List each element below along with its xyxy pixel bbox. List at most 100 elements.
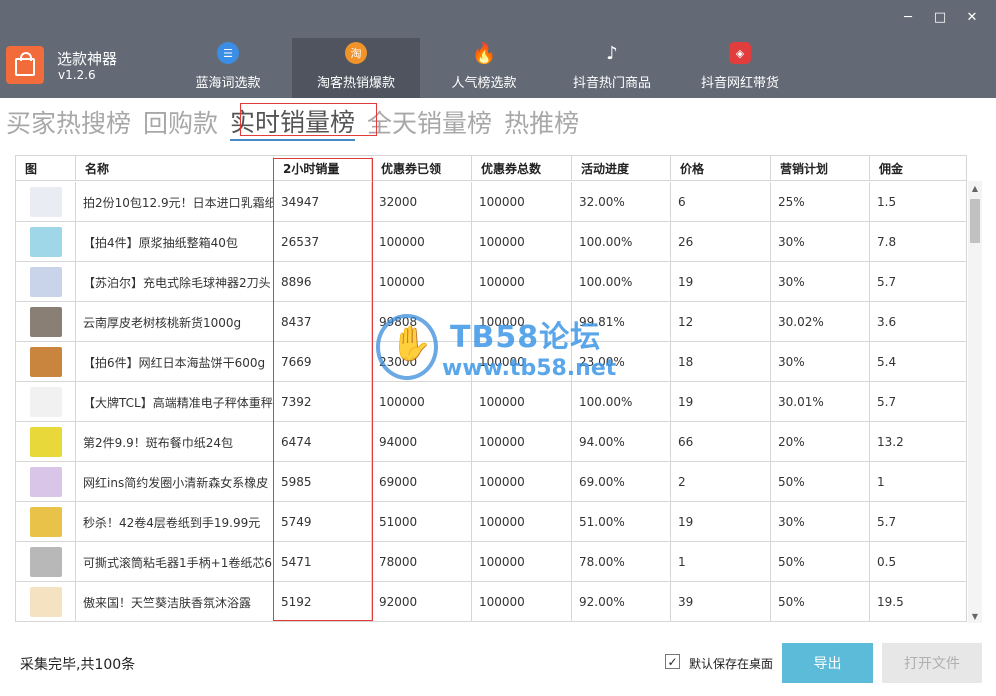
red-bag-icon: ◈: [729, 42, 751, 64]
product-thumbnail: [29, 547, 62, 577]
col-header-image[interactable]: 图: [16, 156, 76, 181]
cell-thumbnail: [16, 342, 76, 382]
product-table: 图 名称 2小时销量 优惠券已领 优惠券总数 活动进度 价格 营销计划 佣金 拍…: [15, 155, 967, 622]
sub-tabs: 买家热搜榜 回购款 实时销量榜 全天销量榜 热推榜: [6, 102, 591, 142]
cell-sales-2h: 26537: [274, 222, 372, 262]
col-header-commission[interactable]: 佣金: [870, 156, 966, 181]
subtab-realtime-sales[interactable]: 实时销量榜: [230, 103, 356, 141]
table-row[interactable]: 【拍4件】原浆抽纸整箱40包 26537 100000 100000 100.00% 26…: [16, 222, 966, 262]
cell-product-name: 【拍6件】网红日本海盐饼干600g: [76, 342, 274, 382]
product-thumbnail: [29, 347, 62, 377]
app-version: v1.2.6: [58, 68, 96, 82]
subtab-hot-push[interactable]: 热推榜: [504, 104, 579, 140]
subtab-buyer-search[interactable]: 买家热搜榜: [6, 104, 131, 140]
save-to-desktop-label: 默认保存在桌面: [689, 657, 774, 671]
nav-tab-label: 抖音热门商品: [572, 76, 651, 91]
table-row[interactable]: 傲来国！天竺葵洁肤香氛沐浴露 5192 92000 100000 92.00% 39 50%…: [16, 582, 966, 621]
cell-commission: 7.8: [870, 222, 966, 262]
cell-coupon-claimed: 78000: [372, 542, 472, 582]
table-header: 图 名称 2小时销量 优惠券已领 优惠券总数 活动进度 价格 营销计划 佣金: [16, 156, 966, 181]
cell-thumbnail: [16, 262, 76, 302]
col-header-coupon-claimed[interactable]: 优惠券已领: [372, 156, 472, 181]
cell-commission: 3.6: [870, 302, 966, 342]
cell-thumbnail: [16, 222, 76, 262]
nav-tab-douyin-influencer[interactable]: ◈ 抖音网红带货: [676, 38, 804, 98]
scrollbar-thumb[interactable]: [970, 199, 980, 243]
cell-progress: 51.00%: [572, 502, 671, 542]
open-file-button[interactable]: 打开文件: [882, 643, 982, 683]
title-bar: ─ □ ✕ 选款神器 v1.2.6 ☰ 蓝海词选款 淘 淘客热销爆款 🔥 人气榜…: [0, 0, 996, 98]
subtab-repurchase[interactable]: 回购款: [143, 104, 218, 140]
cell-product-name: 【苏泊尔】充电式除毛球神器2刀头: [76, 262, 274, 302]
nav-tab-popularity[interactable]: 🔥 人气榜选款: [420, 38, 548, 98]
nav-tab-douyin-hot[interactable]: ♪ 抖音热门商品: [548, 38, 676, 98]
cell-progress: 100.00%: [572, 222, 671, 262]
save-to-desktop-checkbox[interactable]: ✓: [665, 654, 680, 669]
cell-price: 19: [671, 502, 771, 542]
cell-commission: 5.7: [870, 262, 966, 302]
nav-tab-blue-ocean[interactable]: ☰ 蓝海词选款: [164, 38, 292, 98]
col-header-marketing-plan[interactable]: 营销计划: [771, 156, 870, 181]
close-icon[interactable]: ✕: [956, 6, 988, 28]
subtab-daily-sales[interactable]: 全天销量榜: [367, 104, 492, 140]
cell-coupon-claimed: 100000: [372, 222, 472, 262]
cell-sales-2h: 8437: [274, 302, 372, 342]
col-header-progress[interactable]: 活动进度: [572, 156, 671, 181]
cell-product-name: 可撕式滚筒粘毛器1手柄+1卷纸芯6: [76, 542, 274, 582]
table-row[interactable]: 【拍6件】网红日本海盐饼干600g 7669 23000 100000 23.00% 18…: [16, 342, 966, 382]
cell-marketing-plan: 50%: [771, 542, 870, 582]
scroll-up-icon[interactable]: ▲: [968, 181, 982, 195]
col-header-name[interactable]: 名称: [76, 156, 274, 181]
cell-thumbnail: [16, 542, 76, 582]
cell-marketing-plan: 50%: [771, 582, 870, 621]
cell-coupon-claimed: 99808: [372, 302, 472, 342]
table-row[interactable]: 【大牌TCL】高端精准电子秤体重秤 7392 100000 100000 100.00%…: [16, 382, 966, 422]
col-header-2h-sales[interactable]: 2小时销量: [274, 156, 372, 181]
vertical-scrollbar[interactable]: ▲ ▼: [968, 181, 982, 623]
cell-sales-2h: 7392: [274, 382, 372, 422]
cell-product-name: 秒杀！42卷4层卷纸到手19.99元: [76, 502, 274, 542]
scroll-down-icon[interactable]: ▼: [968, 609, 982, 623]
window-controls: ─ □ ✕: [892, 6, 988, 28]
product-thumbnail: [29, 187, 62, 217]
table-row[interactable]: 云南厚皮老树核桃新货1000g 8437 99808 100000 99.81% 12 30…: [16, 302, 966, 342]
nav-tab-taoke-hot[interactable]: 淘 淘客热销爆款: [292, 38, 420, 98]
table-body: 拍2份10包12.9元！日本进口乳霜纸 34947 32000 100000 32.00…: [16, 182, 966, 621]
cell-price: 19: [671, 382, 771, 422]
cell-sales-2h: 6474: [274, 422, 372, 462]
cell-coupon-total: 100000: [472, 302, 572, 342]
table-row[interactable]: 秒杀！42卷4层卷纸到手19.99元 5749 51000 100000 51.00% 1…: [16, 502, 966, 542]
col-header-coupon-total[interactable]: 优惠券总数: [472, 156, 572, 181]
app-name: 选款神器: [57, 50, 118, 68]
cell-price: 1: [671, 542, 771, 582]
nav-tab-label: 抖音网红带货: [700, 76, 779, 91]
cell-coupon-claimed: 23000: [372, 342, 472, 382]
maximize-icon[interactable]: □: [924, 6, 956, 28]
export-button[interactable]: 导出: [782, 643, 873, 683]
table-row[interactable]: 可撕式滚筒粘毛器1手柄+1卷纸芯6 5471 78000 100000 78.00% 1 5…: [16, 542, 966, 582]
nav-tab-label: 淘客热销爆款: [316, 76, 395, 91]
product-thumbnail: [29, 227, 62, 257]
cell-marketing-plan: 30.02%: [771, 302, 870, 342]
product-thumbnail: [29, 307, 62, 337]
cell-commission: 0.5: [870, 542, 966, 582]
minimize-icon[interactable]: ─: [892, 6, 924, 28]
tiktok-icon: ♪: [606, 42, 618, 64]
cell-coupon-total: 100000: [472, 582, 572, 621]
product-thumbnail: [29, 387, 62, 417]
cell-coupon-claimed: 69000: [372, 462, 472, 502]
list-icon: ☰: [217, 42, 239, 64]
chat-bubble-icon: 淘: [345, 42, 367, 64]
table-row[interactable]: 网红ins简约发圈小清新森女系橡皮 5985 69000 100000 69.00% 2 5…: [16, 462, 966, 502]
cell-marketing-plan: 30.01%: [771, 382, 870, 422]
cell-price: 39: [671, 582, 771, 621]
cell-progress: 100.00%: [572, 262, 671, 302]
table-row[interactable]: 拍2份10包12.9元！日本进口乳霜纸 34947 32000 100000 32.00…: [16, 182, 966, 222]
cell-thumbnail: [16, 422, 76, 462]
cell-price: 2: [671, 462, 771, 502]
col-header-price[interactable]: 价格: [671, 156, 771, 181]
table-row[interactable]: 第2件9.9！斑布餐巾纸24包 6474 94000 100000 94.00% 66 20…: [16, 422, 966, 462]
cell-thumbnail: [16, 462, 76, 502]
table-row[interactable]: 【苏泊尔】充电式除毛球神器2刀头 8896 100000 100000 100.00% 1…: [16, 262, 966, 302]
cell-progress: 23.00%: [572, 342, 671, 382]
